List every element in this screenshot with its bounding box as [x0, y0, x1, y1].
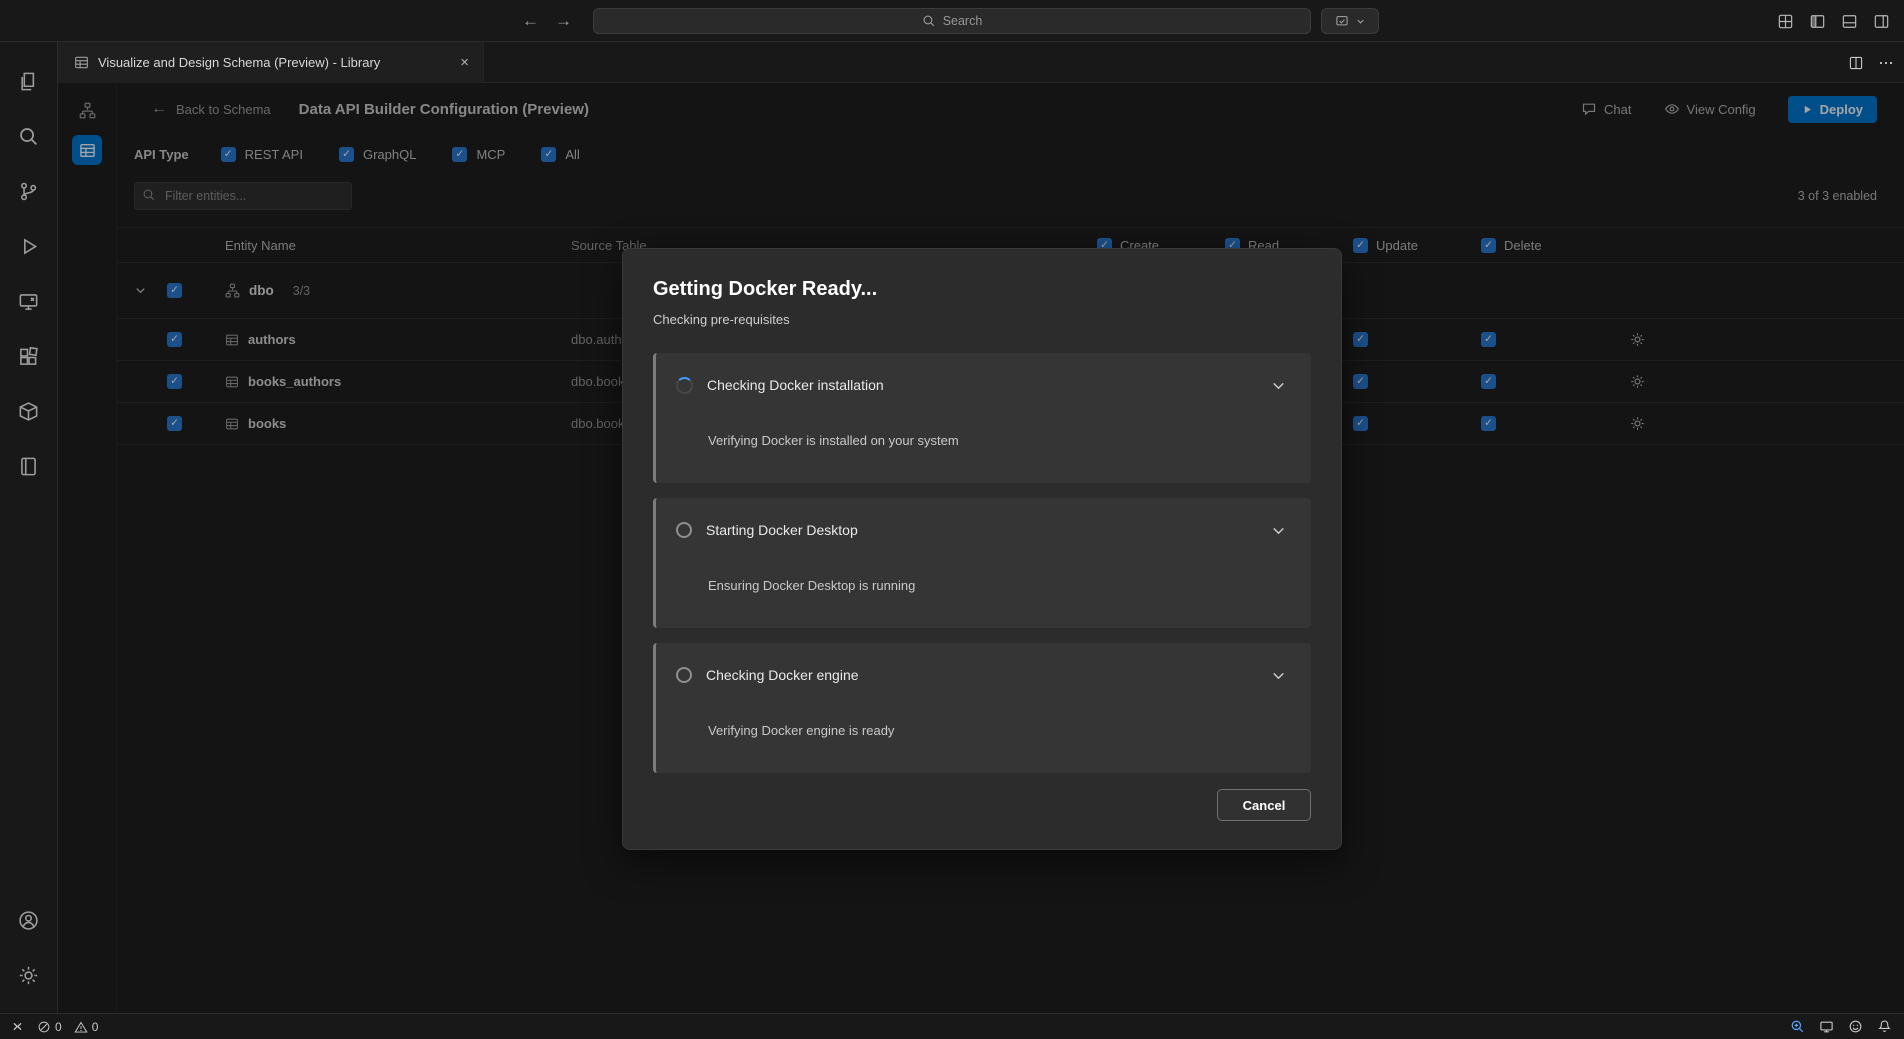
feedback-smiley-icon[interactable]	[1848, 1019, 1863, 1034]
dialog-title: Getting Docker Ready...	[653, 275, 1311, 303]
step-title: Checking Docker installation	[707, 377, 884, 393]
database-projects-icon[interactable]	[5, 439, 53, 494]
notifications-bell-icon[interactable]	[1877, 1019, 1892, 1034]
remote-indicator-icon[interactable]	[10, 1019, 25, 1034]
toggle-sidebar-left-icon[interactable]	[1809, 13, 1826, 30]
search-input[interactable]: Search	[593, 8, 1311, 34]
screen-icon[interactable]	[1819, 1019, 1834, 1034]
search-placeholder: Search	[943, 14, 983, 28]
title-bar: ← → Search	[0, 0, 1904, 42]
close-tab-icon[interactable]: ×	[458, 54, 471, 71]
tab-title: Visualize and Design Schema (Preview) - …	[98, 55, 449, 70]
toggle-sidebar-right-icon[interactable]	[1873, 13, 1890, 30]
customize-layout-icon[interactable]	[1777, 13, 1794, 30]
step-description: Verifying Docker is installed on your sy…	[708, 433, 1287, 448]
source-control-icon[interactable]	[5, 164, 53, 219]
extensions-icon[interactable]	[5, 329, 53, 384]
more-actions-icon[interactable]	[1878, 55, 1894, 71]
step-docker-installation: Checking Docker installation Verifying D…	[653, 353, 1311, 483]
step-docker-desktop: Starting Docker Desktop Ensuring Docker …	[653, 498, 1311, 628]
step-title: Checking Docker engine	[706, 667, 859, 683]
pending-circle-icon	[676, 522, 692, 538]
warnings-indicator[interactable]: 0	[74, 1020, 99, 1034]
split-editor-icon[interactable]	[1848, 55, 1864, 71]
search-icon	[922, 14, 936, 28]
pending-circle-icon	[676, 667, 692, 683]
step-docker-engine: Checking Docker engine Verifying Docker …	[653, 643, 1311, 773]
forward-nav-icon[interactable]: →	[555, 11, 572, 31]
step-description: Ensuring Docker Desktop is running	[708, 578, 1287, 593]
chevron-down-icon[interactable]	[1270, 377, 1287, 394]
remote-explorer-icon[interactable]	[5, 274, 53, 329]
search-sidebar-icon[interactable]	[5, 109, 53, 164]
warning-icon	[74, 1020, 88, 1034]
activity-bar	[0, 42, 58, 1013]
explorer-icon[interactable]	[5, 54, 53, 109]
error-icon	[37, 1020, 51, 1034]
chevron-down-icon[interactable]	[1270, 667, 1287, 684]
step-title: Starting Docker Desktop	[706, 522, 858, 538]
dialog-subtitle: Checking pre-requisites	[653, 311, 1311, 329]
package-icon[interactable]	[5, 384, 53, 439]
schema-designer-tab-icon	[74, 55, 89, 70]
back-nav-icon[interactable]: ←	[522, 11, 539, 31]
command-center-dropdown[interactable]	[1321, 8, 1379, 34]
workbench: ← Back to Schema Data API Builder Config…	[58, 83, 1904, 1013]
status-bar: 0 0	[0, 1013, 1904, 1039]
warning-count: 0	[92, 1020, 99, 1034]
chevron-down-icon	[1355, 16, 1366, 27]
cancel-button[interactable]: Cancel	[1217, 789, 1311, 821]
zoom-icon[interactable]	[1790, 1019, 1805, 1034]
chevron-down-icon[interactable]	[1270, 522, 1287, 539]
settings-gear-icon[interactable]	[5, 948, 53, 1003]
step-description: Verifying Docker engine is ready	[708, 723, 1287, 738]
toggle-panel-icon[interactable]	[1841, 13, 1858, 30]
window-icon	[1335, 14, 1349, 28]
error-count: 0	[55, 1020, 62, 1034]
tab-strip: Visualize and Design Schema (Preview) - …	[58, 42, 1904, 83]
run-debug-icon[interactable]	[5, 219, 53, 274]
tab-visualize-schema[interactable]: Visualize and Design Schema (Preview) - …	[58, 42, 484, 83]
spinner-icon	[676, 377, 693, 394]
errors-indicator[interactable]: 0	[37, 1020, 62, 1034]
accounts-icon[interactable]	[5, 893, 53, 948]
editor-area: Visualize and Design Schema (Preview) - …	[58, 42, 1904, 1013]
docker-ready-dialog: Getting Docker Ready... Checking pre-req…	[622, 248, 1342, 850]
